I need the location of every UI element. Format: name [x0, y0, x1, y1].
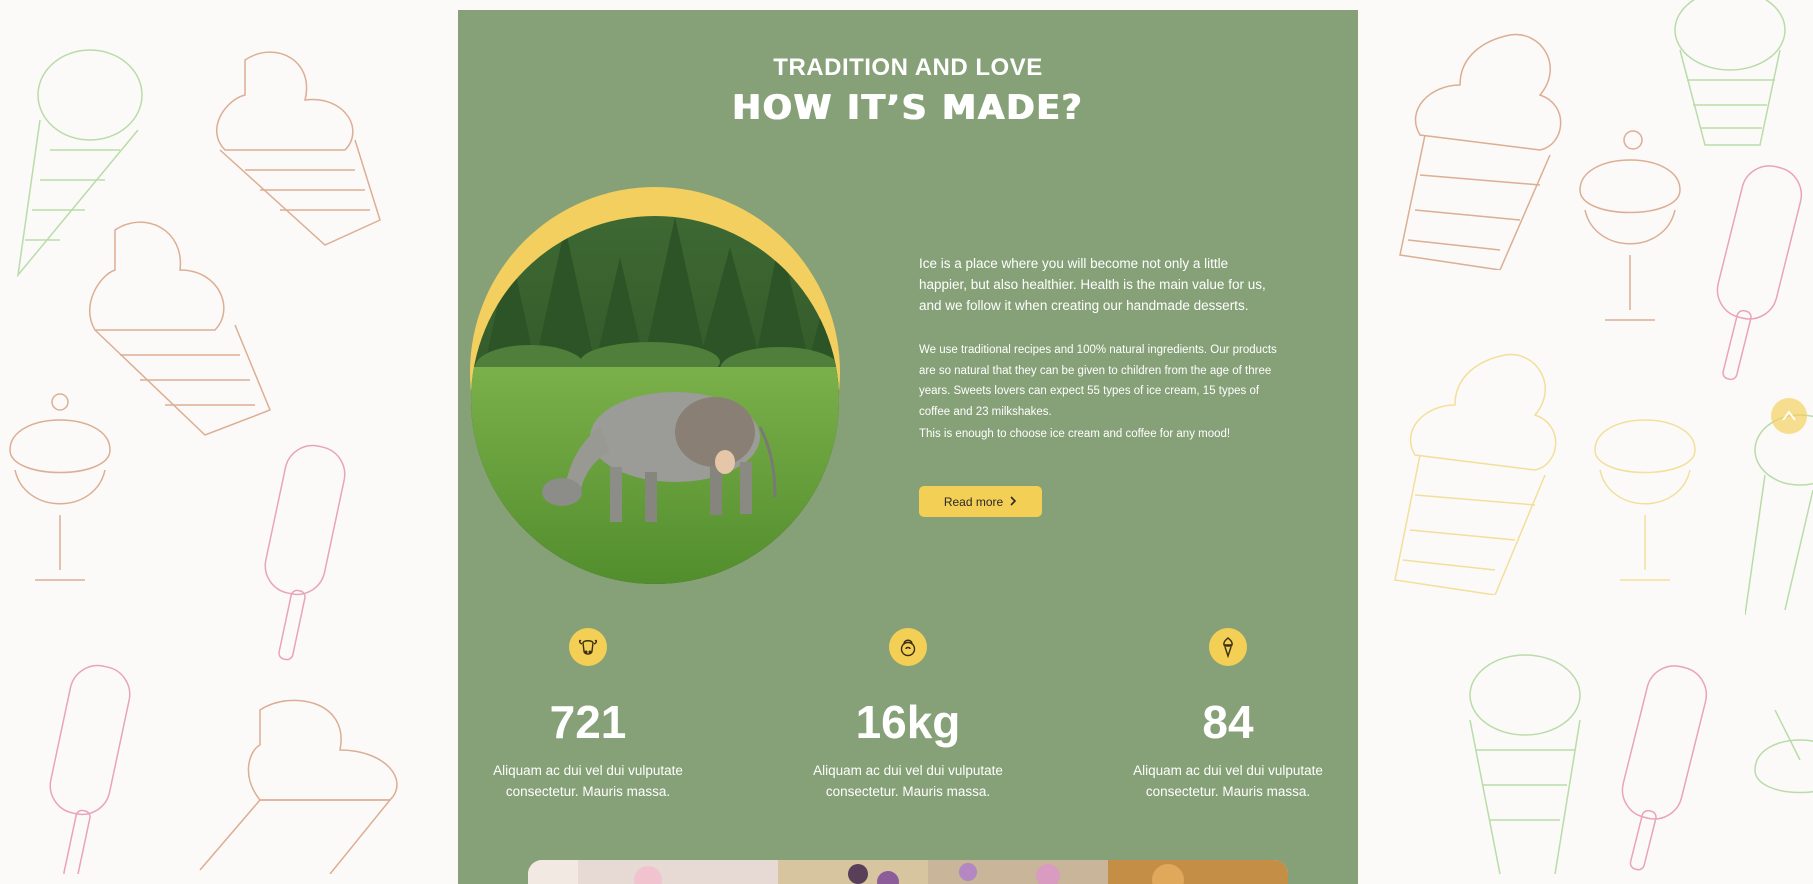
stat-value: 16kg: [855, 696, 961, 748]
intro-text: Ice is a place where you will become not…: [919, 256, 1266, 313]
read-more-button[interactable]: Read more: [919, 486, 1042, 517]
ice-cream-cone-sketch: [199, 699, 398, 874]
scroll-to-top-button[interactable]: [1771, 398, 1807, 434]
stat-item: 84 Aliquam ac dui vel dui vulputate cons…: [1113, 628, 1343, 802]
details-text: We use traditional recipes and 100% natu…: [919, 344, 1277, 418]
stat-item: 721 Aliquam ac dui vel dui vulputate con…: [473, 628, 703, 802]
ice-cream-cone-sketch: [1469, 654, 1581, 874]
stat-description: Aliquam ac dui vel dui vulputate consect…: [813, 763, 1003, 799]
kettlebell-icon: [889, 628, 927, 666]
sundae-sketch: [1579, 130, 1681, 321]
dessert-gallery-image: [528, 860, 1288, 884]
popsicle-sketch: [1716, 165, 1803, 381]
section-headline: HOW IT’S MADE?: [732, 88, 1084, 128]
chevron-right-icon: [1009, 495, 1017, 509]
cow-icon: [569, 628, 607, 666]
closing-text: This is enough to choose ice cream and c…: [919, 428, 1231, 440]
stat-item: 16kg Aliquam ac dui vel dui vulputate co…: [793, 628, 1023, 802]
chevron-up-icon: [1781, 405, 1797, 428]
cow-photo-illustration: [470, 187, 840, 584]
stat-value: 84: [1202, 696, 1254, 748]
ice-cream-cone-sketch: [1745, 414, 1813, 616]
read-more-label: Read more: [943, 494, 1004, 509]
ice-cream-cone-sketch: [1399, 33, 1562, 270]
stat-description: Aliquam ac dui vel dui vulputate consect…: [493, 763, 683, 799]
stat-value: 721: [549, 696, 627, 748]
dessert-gallery-preview: [528, 860, 1288, 884]
sundae-sketch: [1594, 419, 1696, 581]
popsicle-sketch: [49, 664, 131, 874]
how-its-made-section: TRADITION AND LOVE HOW IT’S MADE? Ice is…: [458, 10, 1358, 884]
sundae-sketch: [1754, 709, 1813, 794]
section-eyebrow: TRADITION AND LOVE: [773, 54, 1043, 81]
ice-cream-icon: [1209, 628, 1247, 666]
popsicle-sketch: [1621, 665, 1708, 871]
stat-description: Aliquam ac dui vel dui vulputate consect…: [1133, 763, 1323, 799]
sundae-sketch: [9, 393, 111, 581]
ice-cream-cone-sketch: [1394, 353, 1557, 595]
popsicle-sketch: [264, 444, 346, 661]
cow-photo: [470, 187, 840, 595]
